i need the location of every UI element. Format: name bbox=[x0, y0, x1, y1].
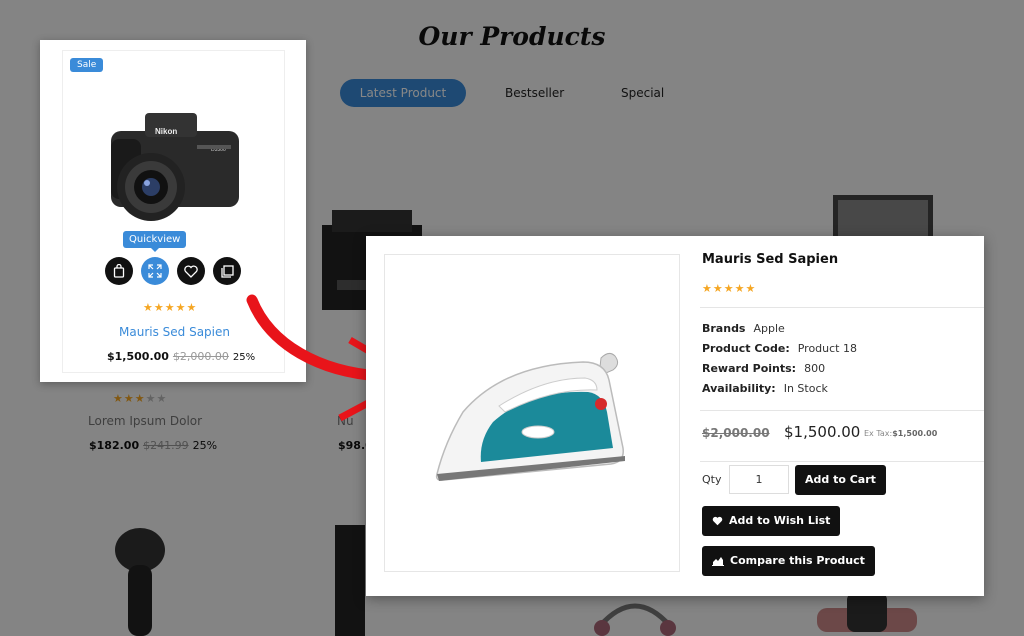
compare-product-button[interactable]: Compare this Product bbox=[702, 546, 875, 576]
quickview-tooltip: Quickview bbox=[123, 231, 187, 252]
spec-availability: Availability: In Stock bbox=[702, 382, 828, 395]
quickview-button[interactable] bbox=[141, 257, 169, 285]
bag-icon bbox=[113, 264, 125, 278]
heart-icon bbox=[184, 264, 198, 278]
heart-icon bbox=[712, 516, 723, 526]
iron-image[interactable] bbox=[433, 350, 638, 490]
product-title: Mauris Sed Sapien bbox=[702, 252, 839, 267]
sale-badge: Sale bbox=[70, 58, 104, 72]
spec-reward-points: Reward Points: 800 bbox=[702, 362, 826, 375]
compare-button[interactable] bbox=[213, 257, 241, 285]
compare-icon bbox=[220, 264, 234, 278]
area-chart-icon bbox=[712, 557, 724, 566]
wishlist-button[interactable] bbox=[177, 257, 205, 285]
spec-product-code: Product Code: Product 18 bbox=[702, 342, 857, 355]
quantity-input[interactable]: 1 bbox=[729, 465, 789, 494]
rating-stars: ★★★★★ bbox=[143, 301, 198, 314]
brand-link[interactable]: Apple bbox=[753, 322, 784, 335]
ex-tax-price: Ex Tax:$1,500.00 bbox=[864, 429, 938, 438]
brand-label: Nikon bbox=[155, 127, 177, 136]
product-image-frame bbox=[384, 254, 680, 572]
add-to-wishlist-button[interactable]: Add to Wish List bbox=[702, 506, 841, 536]
current-price: $1,500.00 bbox=[784, 423, 861, 441]
divider bbox=[700, 461, 984, 462]
divider bbox=[700, 410, 984, 411]
add-to-cart-button[interactable]: Add to Cart bbox=[795, 465, 886, 495]
product-price: $1,500.00 $2,000.00 25% bbox=[107, 350, 256, 363]
rating-stars: ★★★★★ bbox=[702, 282, 757, 295]
camera-image[interactable]: Nikon D3300 bbox=[103, 101, 243, 226]
qty-label: Qty bbox=[702, 473, 722, 486]
spec-brands: Brands Apple bbox=[702, 322, 785, 335]
old-price: $2,000.00 bbox=[702, 426, 770, 440]
divider bbox=[700, 307, 984, 308]
expand-icon bbox=[148, 264, 162, 278]
quickview-modal: Mauris Sed Sapien ★★★★★ Brands Apple Prod… bbox=[366, 236, 984, 596]
add-to-cart-button[interactable] bbox=[105, 257, 133, 285]
